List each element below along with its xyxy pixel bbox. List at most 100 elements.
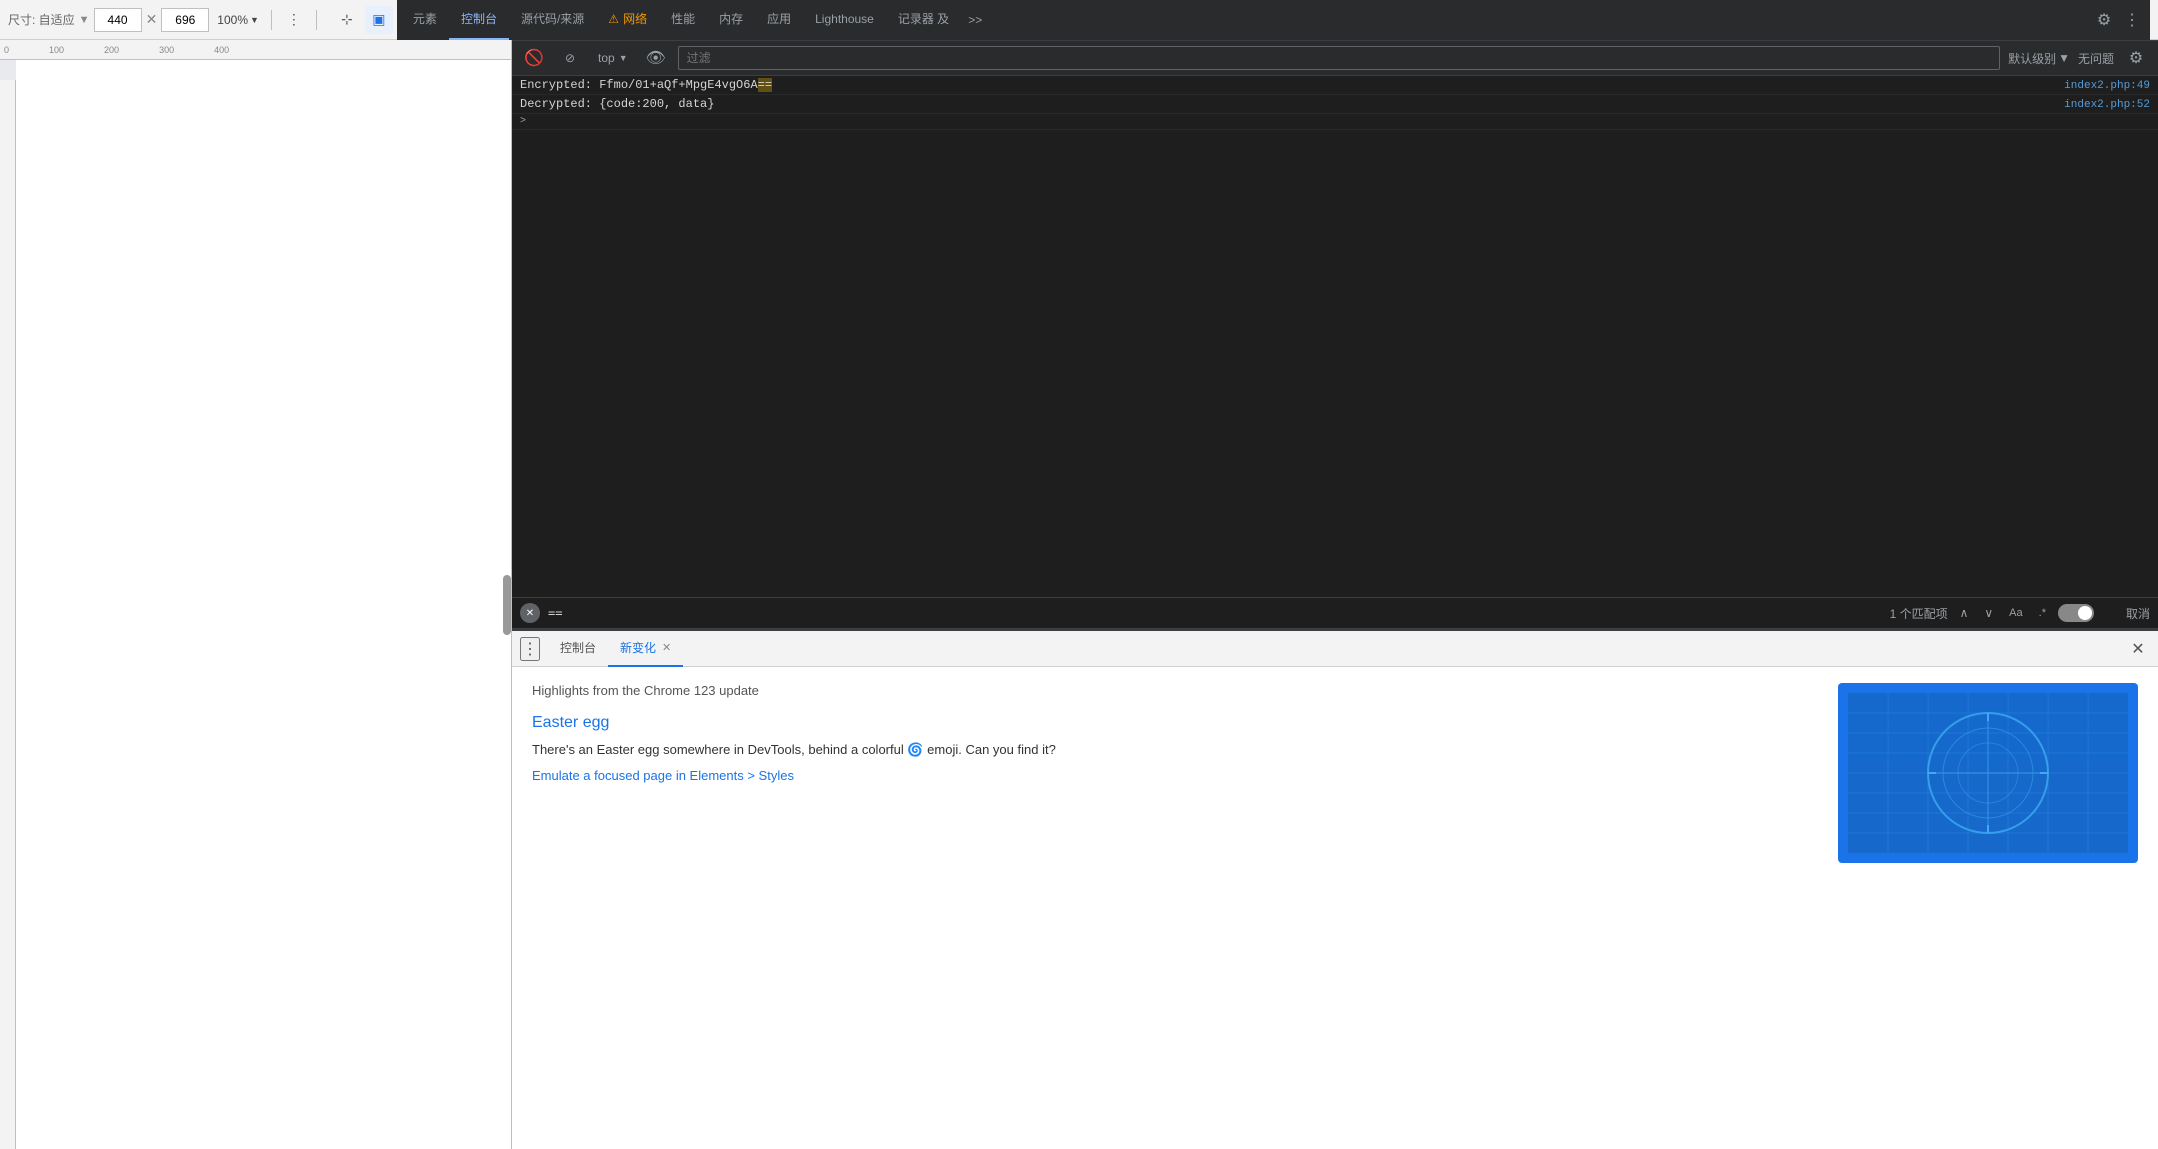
tab-lighthouse[interactable]: Lighthouse xyxy=(803,0,886,40)
whats-new-tabs: 控制台 新变化 ✕ xyxy=(548,631,683,667)
no-issues-label: 无问题 xyxy=(2078,50,2114,67)
toolbar-separator-1 xyxy=(271,10,272,30)
whats-new-header: ⋮ 控制台 新变化 ✕ ✕ xyxy=(512,631,2158,667)
vertical-ruler xyxy=(0,80,16,1149)
select-element-button[interactable]: ⊹ xyxy=(333,6,361,34)
whats-new-close-icon: ✕ xyxy=(2131,639,2144,659)
filter-icon: ⊘ xyxy=(565,51,575,65)
tab-application[interactable]: 应用 xyxy=(755,0,803,40)
devtools-more-icon: ⋮ xyxy=(2124,10,2140,30)
cursor-icon: ⊹ xyxy=(341,11,353,28)
tab-console[interactable]: 控制台 xyxy=(449,0,509,40)
expand-icon[interactable]: > xyxy=(520,116,526,127)
eye-button[interactable]: 👁 xyxy=(642,44,670,72)
tab-console-bottom-label: 控制台 xyxy=(560,639,596,656)
tab-recorder-label: 记录器 及 xyxy=(898,10,949,27)
ruler-tick-100: 100 xyxy=(49,45,64,55)
more-tabs-icon: >> xyxy=(968,13,982,27)
zoom-dropdown-icon: ▼ xyxy=(250,15,259,25)
context-label: top xyxy=(598,51,615,65)
search-clear-button[interactable]: ✕ xyxy=(520,603,540,623)
emoji-icon: 🌀 xyxy=(907,742,923,757)
encrypted-value-highlight: == xyxy=(758,78,772,92)
console-settings-button[interactable]: ⚙ xyxy=(2122,44,2150,72)
console-line-encrypted: Encrypted: Ffmo/01+aQf+MpgE4vgO6A== inde… xyxy=(512,76,2158,95)
decrypted-file-link[interactable]: index2.php:52 xyxy=(2064,99,2150,111)
regex-button[interactable]: .* xyxy=(2035,605,2050,621)
console-empty-space xyxy=(512,130,2158,530)
devtools-settings-button[interactable]: ⚙ xyxy=(2090,6,2118,34)
more-tabs-button[interactable]: >> xyxy=(961,6,989,34)
filter-toggle-button[interactable]: ⊘ xyxy=(556,44,584,72)
tab-performance-label: 性能 xyxy=(671,10,695,27)
case-sensitive-button[interactable]: Aa xyxy=(2005,605,2026,621)
level-dropdown-icon: ▼ xyxy=(2058,51,2070,65)
whats-new-tab-close-button[interactable]: ✕ xyxy=(662,641,671,654)
tab-whats-new[interactable]: 新变化 ✕ xyxy=(608,631,683,667)
whats-new-feature-title[interactable]: Easter egg xyxy=(532,714,1818,732)
clear-icon: 🚫 xyxy=(524,48,544,68)
ruler-tick-400: 400 xyxy=(214,45,229,55)
main-layout: 0 100 200 300 400 🚫 ⊘ top xyxy=(0,40,2158,1149)
settings-gear-icon: ⚙ xyxy=(2097,10,2111,30)
ruler-tick-0: 0 xyxy=(4,45,9,55)
device-icon: ▣ xyxy=(372,11,385,28)
encrypted-value-plain: Ffmo/01+aQf+MpgE4vgO6A xyxy=(599,78,757,92)
search-bar: ✕ 1 个匹配项 ∧ ∨ Aa .* 取消 xyxy=(512,597,2158,629)
clear-console-button[interactable]: 🚫 xyxy=(520,44,548,72)
search-cancel-button[interactable]: 取消 xyxy=(2126,605,2150,622)
encrypted-file-link[interactable]: index2.php:49 xyxy=(2064,80,2150,92)
whats-new-content: Highlights from the Chrome 123 update Ea… xyxy=(512,667,2158,1149)
height-input[interactable] xyxy=(161,8,209,32)
toolbar-separator-2 xyxy=(316,10,317,30)
tab-elements[interactable]: 元素 xyxy=(401,0,449,40)
search-prev-button[interactable]: ∧ xyxy=(1956,604,1973,622)
tab-memory[interactable]: 内存 xyxy=(707,0,755,40)
horizontal-ruler: 0 100 200 300 400 xyxy=(0,40,511,60)
tab-console-bottom[interactable]: 控制台 xyxy=(548,631,608,667)
search-match-info: 1 个匹配项 xyxy=(1890,605,1948,622)
page-content xyxy=(16,60,511,1149)
resize-handle[interactable] xyxy=(503,575,511,635)
width-input[interactable] xyxy=(94,8,142,32)
decrypted-value: {code:200, data} xyxy=(599,97,714,111)
console-toolbar: 🚫 ⊘ top ▼ 👁 默认级别 ▼ 无问题 ⚙ xyxy=(512,40,2158,76)
search-input[interactable] xyxy=(548,606,1882,620)
tab-memory-label: 内存 xyxy=(719,10,743,27)
more-options-icon: ⋮ xyxy=(287,11,301,28)
webpage-preview xyxy=(16,60,511,1149)
whats-new-text: Highlights from the Chrome 123 update Ea… xyxy=(532,683,1818,1133)
search-next-button[interactable]: ∨ xyxy=(1980,604,1997,622)
device-toolbar-button[interactable]: ▣ xyxy=(365,6,393,34)
top-toolbar: 尺寸: 自适应 ▼ ✕ 100% ▼ ⋮ ⊹ ▣ 元素 控制台 源代码/来源 ⚠… xyxy=(0,0,2158,40)
tab-network-label: 网络 xyxy=(623,10,647,27)
search-toggle-area xyxy=(2058,604,2118,622)
devtools-more-button[interactable]: ⋮ xyxy=(2118,6,2146,34)
tab-sources-label: 源代码/来源 xyxy=(521,10,584,27)
level-selector[interactable]: 默认级别 ▼ xyxy=(2008,50,2070,67)
tab-network[interactable]: ⚠ 网络 xyxy=(596,0,659,40)
tab-bar: 元素 控制台 源代码/来源 ⚠ 网络 性能 内存 应用 Lighthouse 记… xyxy=(397,0,2150,40)
zoom-value: 100% xyxy=(217,13,248,27)
whats-new-feature-link[interactable]: Emulate a focused page in Elements > Sty… xyxy=(532,768,1818,783)
context-dropdown-icon: ▼ xyxy=(619,53,628,63)
level-label: 默认级别 xyxy=(2008,50,2056,67)
eye-icon: 👁 xyxy=(645,48,665,68)
tab-elements-label: 元素 xyxy=(413,10,437,27)
context-selector[interactable]: top ▼ xyxy=(592,49,634,67)
whats-new-panel: ⋮ 控制台 新变化 ✕ ✕ Highlights xyxy=(512,629,2158,1149)
more-options-button[interactable]: ⋮ xyxy=(280,6,308,34)
console-output: Encrypted: Ffmo/01+aQf+MpgE4vgO6A== inde… xyxy=(512,76,2158,597)
whats-new-close-button[interactable]: ✕ xyxy=(2126,637,2150,661)
tab-performance[interactable]: 性能 xyxy=(659,0,707,40)
filter-input[interactable] xyxy=(678,46,2000,70)
whats-new-image xyxy=(1838,683,2138,863)
tab-sources[interactable]: 源代码/来源 xyxy=(509,0,596,40)
feature-desc-text: There's an Easter egg somewhere in DevTo… xyxy=(532,742,907,757)
tab-lighthouse-label: Lighthouse xyxy=(815,12,874,26)
console-line-decrypted: Decrypted: {code:200, data} index2.php:5… xyxy=(512,95,2158,114)
hamburger-menu-button[interactable]: ⋮ xyxy=(520,637,540,661)
blueprint-chart xyxy=(1848,693,2128,853)
zoom-button[interactable]: 100% ▼ xyxy=(213,11,263,29)
tab-recorder[interactable]: 记录器 及 xyxy=(886,0,961,40)
